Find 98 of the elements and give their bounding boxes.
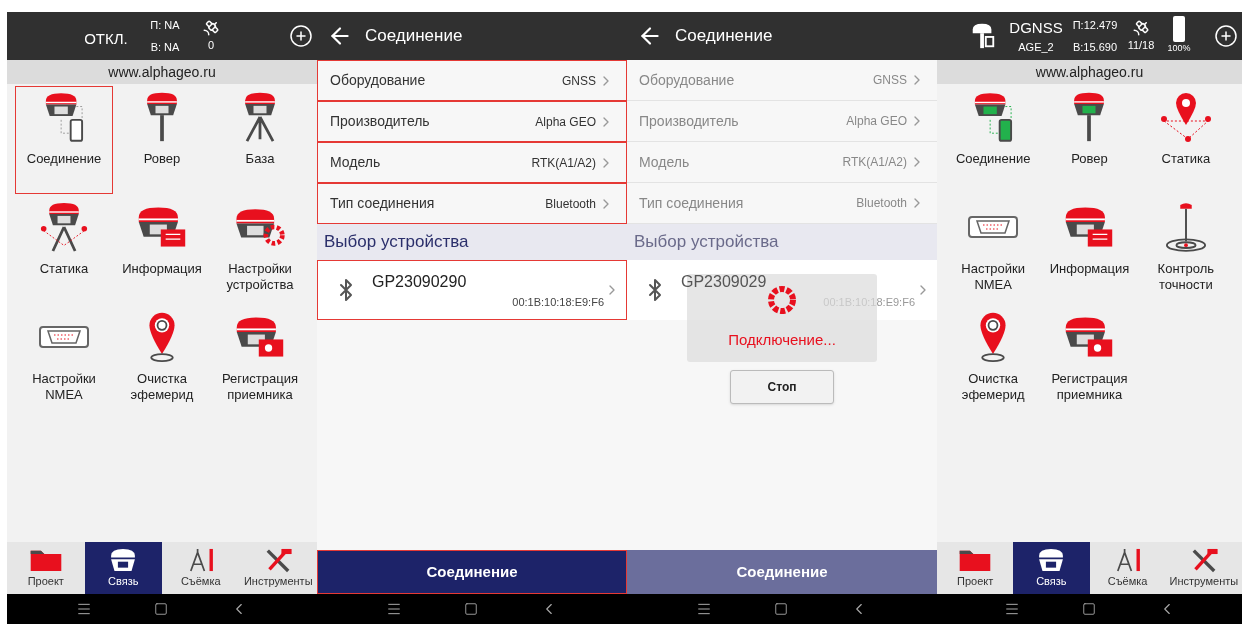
menu-tile[interactable]: Статика	[1137, 86, 1234, 194]
serial-port-icon	[38, 325, 90, 349]
coordinate-reading: П:12.479	[1072, 17, 1118, 33]
coordinate-reading: П: NA	[150, 17, 180, 33]
setting-label: Тип соединения	[639, 193, 744, 213]
setting-value: GNSS	[873, 72, 907, 89]
battery-icon	[1173, 16, 1185, 43]
setting-value: RTK(A1/A2)	[842, 154, 907, 171]
device-name: GP23090290	[372, 271, 468, 292]
menu-tile[interactable]: Контроль точности	[1137, 196, 1234, 304]
bottom-nav-tab[interactable]: Связь	[84, 542, 162, 594]
setting-value: Bluetooth	[856, 195, 907, 212]
menu-tile[interactable]: Настройки NMEA	[945, 196, 1042, 304]
website-url: www.alphageo.ru	[7, 60, 317, 84]
coordinate-reading: В:15.690	[1072, 40, 1117, 55]
satellite-icon	[1132, 18, 1150, 37]
target-pole-icon	[1164, 201, 1207, 253]
menu-tile[interactable]: Ровер	[113, 86, 211, 194]
bottom-nav-tab[interactable]: Инструменты	[1165, 542, 1242, 594]
connect-button[interactable]: Соединение	[317, 550, 627, 594]
bottom-nav-tab[interactable]: Съёмка	[1089, 542, 1166, 594]
bottom-nav-tab[interactable]: Проект	[937, 542, 1014, 594]
setting-value: Bluetooth	[545, 195, 596, 213]
menu-icon[interactable]	[386, 601, 402, 617]
satellite-count: 11/18	[1127, 37, 1155, 53]
bottom-nav-tab[interactable]: Инструменты	[239, 542, 317, 594]
setting-label: Производитель	[330, 112, 430, 131]
section-header: Выбор устройства	[317, 224, 627, 260]
settings-row[interactable]: Оборудование GNSS	[317, 60, 627, 101]
device-row[interactable]: GP23090290 00:1B:10:18:E9:F6	[317, 260, 627, 320]
coordinate-reading: В: NA	[150, 40, 180, 55]
home-icon[interactable]	[774, 602, 788, 616]
setting-label: Производитель	[639, 111, 739, 131]
battery-level: 100%	[1167, 42, 1191, 56]
spinner-icon	[767, 284, 797, 315]
menu-tile[interactable]: Регистрация приемника	[211, 306, 309, 414]
setting-label: Тип соединения	[330, 194, 435, 213]
menu-tile[interactable]: Ровер	[1041, 86, 1138, 194]
setting-label: Оборудование	[330, 71, 426, 90]
location-pin-icon	[980, 311, 1007, 363]
menu-tile[interactable]: Очистка эфемерид	[113, 306, 211, 414]
receiver-phone-icon	[973, 91, 1014, 143]
menu-icon[interactable]	[1003, 601, 1020, 617]
screen-title: Соединение	[675, 25, 773, 48]
menu-tile[interactable]: Настройки NMEA	[15, 306, 113, 414]
location-pin-icon	[149, 311, 175, 363]
setting-value: Alpha GEO	[535, 113, 596, 131]
menu-icon[interactable]	[696, 601, 712, 617]
home-icon[interactable]	[464, 602, 478, 616]
website-url: www.alphageo.ru	[937, 60, 1242, 84]
menu-tile[interactable]: Соединение	[945, 86, 1042, 194]
device-address: 00:1B:10:18:E9:F6	[512, 294, 604, 310]
screen-title: Соединение	[365, 25, 463, 48]
connect-button[interactable]: Соединение	[627, 550, 937, 594]
settings-row[interactable]: Модель RTK(A1/A2)	[317, 142, 627, 183]
receiver-info-icon	[136, 205, 188, 249]
menu-icon[interactable]	[76, 601, 92, 617]
setting-value: GNSS	[562, 72, 596, 90]
setting-value: Alpha GEO	[846, 113, 907, 130]
mode-status: ОТКЛ.	[84, 28, 128, 49]
setting-label: Модель	[330, 153, 381, 172]
serial-port-icon	[967, 215, 1020, 239]
dialog-message: Подключение...	[728, 329, 836, 350]
satellite-count: 0	[207, 37, 215, 53]
menu-tile[interactable]: Соединение	[15, 86, 113, 194]
bottom-nav-tab[interactable]: Связь	[1013, 542, 1090, 594]
menu-tile[interactable]: Статика	[15, 196, 113, 304]
receiver-gear-icon	[234, 207, 286, 247]
stop-button[interactable]: Стоп	[730, 370, 834, 404]
menu-tile[interactable]: Информация	[1041, 196, 1138, 304]
bottom-nav-tab[interactable]: Съёмка	[162, 542, 240, 594]
static-points-icon	[1159, 91, 1212, 143]
device-name: GP2309029	[681, 271, 768, 292]
section-header: Выбор устройства	[627, 224, 937, 260]
mode-status: DGNSS	[1009, 17, 1063, 38]
setting-label: Модель	[639, 152, 690, 172]
receiver-phone-icon	[44, 91, 84, 143]
satellite-icon	[202, 18, 220, 37]
receiver-pole-icon	[145, 91, 179, 143]
menu-tile[interactable]: Регистрация приемника	[1041, 306, 1138, 414]
static-survey-icon	[40, 201, 88, 253]
receiver-tripod-icon	[243, 91, 277, 143]
setting-label: Оборудование	[639, 70, 735, 90]
receiver-register-icon	[234, 315, 286, 359]
menu-tile[interactable]: Информация	[113, 196, 211, 304]
settings-row[interactable]: Производитель Alpha GEO	[317, 101, 627, 142]
add-icon[interactable]	[1214, 24, 1238, 48]
menu-tile[interactable]: Очистка эфемерид	[945, 306, 1042, 414]
menu-tile[interactable]: База	[211, 86, 309, 194]
bottom-nav-tab[interactable]: Проект	[7, 542, 85, 594]
setting-value: RTK(A1/A2)	[531, 154, 596, 172]
add-icon[interactable]	[289, 24, 313, 48]
menu-tile[interactable]: Настройки устройства	[211, 196, 309, 304]
age-status: AGE_2	[1018, 40, 1054, 55]
home-icon[interactable]	[154, 602, 168, 616]
receiver-pole-icon	[1072, 91, 1107, 143]
home-icon[interactable]	[1081, 602, 1096, 616]
settings-row[interactable]: Тип соединения Bluetooth	[317, 183, 627, 224]
